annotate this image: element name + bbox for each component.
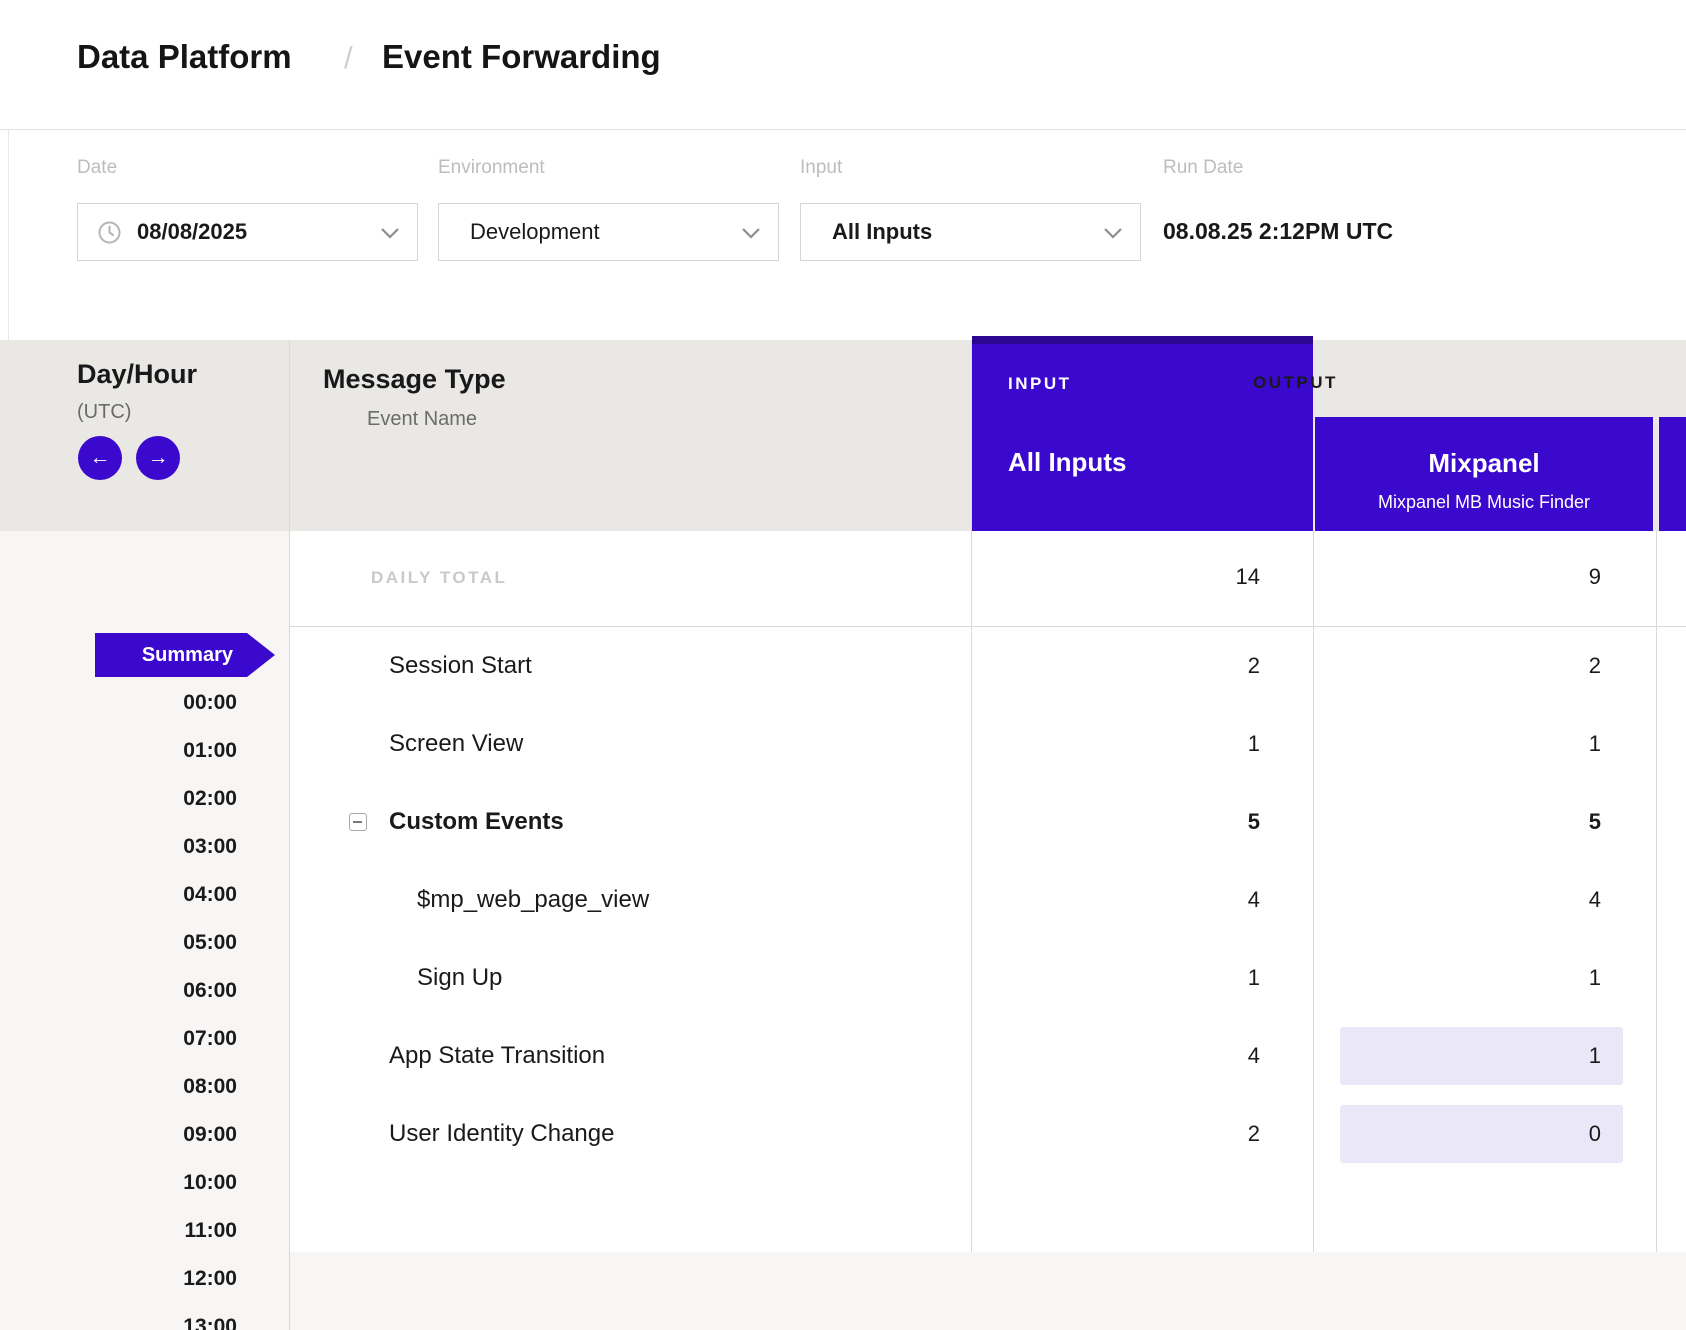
table-row: Custom Events 55 <box>0 783 1686 861</box>
daily-total-input-value: 14 <box>972 564 1260 590</box>
prev-day-button[interactable]: ← <box>78 436 122 480</box>
input-count-cell: 1 <box>972 705 1260 783</box>
hour-item[interactable]: 13:00 <box>0 1313 237 1330</box>
hour-item[interactable]: 10:00 <box>0 1169 237 1197</box>
mixpanel-column-header[interactable]: Mixpanel Mixpanel MB Music Finder <box>1315 417 1653 531</box>
table-row: User Identity Change 20 <box>0 1095 1686 1173</box>
row-label: User Identity Change <box>389 1095 614 1173</box>
page-title: Event Forwarding <box>382 38 661 76</box>
hour-item[interactable]: 02:00 <box>0 785 237 813</box>
footer-band <box>290 1252 1686 1330</box>
input-count-cell: 4 <box>972 1017 1260 1095</box>
partial-output-column[interactable] <box>1659 417 1686 531</box>
date-filter-select[interactable]: 08/08/2025 <box>77 203 418 261</box>
date-filter-value: 08/08/2025 <box>137 219 247 245</box>
collapse-minus-icon[interactable] <box>349 813 367 831</box>
row-label: $mp_web_page_view <box>417 861 649 939</box>
table-row: App State Transition 41 <box>0 1017 1686 1095</box>
hour-item[interactable]: 01:00 <box>0 737 237 765</box>
all-inputs-column-label: All Inputs <box>1008 447 1126 478</box>
message-type-header: Message Type <box>323 364 506 395</box>
output-section-label: OUTPUT <box>1253 373 1338 393</box>
summary-badge-arrow[interactable] <box>247 633 275 677</box>
row-label: Session Start <box>389 627 532 705</box>
date-filter-label: Date <box>77 157 117 179</box>
input-filter-label: Input <box>800 157 842 179</box>
output-count-cell: 1 <box>1315 705 1601 783</box>
arrow-left-icon: ← <box>90 446 111 470</box>
hour-item[interactable]: 06:00 <box>0 977 237 1005</box>
daily-total-label: DAILY TOTAL <box>371 568 507 588</box>
utc-label: (UTC) <box>77 401 131 424</box>
chevron-down-icon <box>381 228 399 239</box>
hour-item[interactable]: 12:00 <box>0 1265 237 1293</box>
input-filter-select[interactable]: All Inputs <box>800 203 1141 261</box>
daily-total-output-value: 9 <box>1315 564 1601 590</box>
event-name-subheader: Event Name <box>367 408 477 431</box>
row-label: Custom Events <box>389 783 564 861</box>
hour-item[interactable]: 00:00 <box>0 689 237 717</box>
run-date-label: Run Date <box>1163 157 1243 179</box>
chevron-down-icon <box>742 228 760 239</box>
hour-item[interactable]: 03:00 <box>0 833 237 861</box>
environment-filter-value: Development <box>470 219 600 245</box>
input-count-cell: 2 <box>972 627 1260 705</box>
next-day-button[interactable]: → <box>136 436 180 480</box>
clock-icon <box>98 221 121 244</box>
summary-badge[interactable]: Summary <box>95 633 247 677</box>
input-column-header[interactable]: INPUT All Inputs <box>972 336 1313 531</box>
breadcrumb-separator: / <box>344 40 353 76</box>
event-rows: Session Start22Screen View11Custom Event… <box>0 627 1686 1173</box>
input-count-cell: 4 <box>972 861 1260 939</box>
row-label: Screen View <box>389 705 523 783</box>
table-row: $mp_web_page_view 44 <box>0 861 1686 939</box>
mixpanel-column-subtitle: Mixpanel MB Music Finder <box>1315 492 1653 513</box>
output-count-cell: 4 <box>1315 861 1601 939</box>
input-count-cell: 5 <box>972 783 1260 861</box>
output-count-cell: 1 <box>1315 1017 1601 1095</box>
hour-item[interactable]: 04:00 <box>0 881 237 909</box>
output-count-cell: 5 <box>1315 783 1601 861</box>
table-row: Screen View 11 <box>0 705 1686 783</box>
input-count-cell: 2 <box>972 1095 1260 1173</box>
day-hour-header: Day/Hour <box>77 359 197 390</box>
mixpanel-column-title: Mixpanel <box>1315 448 1653 479</box>
hour-item[interactable]: 05:00 <box>0 929 237 957</box>
hour-item[interactable]: 09:00 <box>0 1121 237 1149</box>
row-label: App State Transition <box>389 1017 605 1095</box>
input-column-accent-strip <box>972 336 1313 344</box>
breadcrumb-parent-link[interactable]: Data Platform <box>77 38 292 76</box>
row-label: Sign Up <box>417 939 502 1017</box>
arrow-right-icon: → <box>148 446 169 470</box>
input-filter-value: All Inputs <box>832 219 932 245</box>
chevron-down-icon <box>1104 228 1122 239</box>
environment-filter-label: Environment <box>438 157 545 179</box>
breadcrumb-bar: Data Platform / Event Forwarding <box>0 0 1686 130</box>
hour-item[interactable]: 11:00 <box>0 1217 237 1245</box>
input-count-cell: 1 <box>972 939 1260 1017</box>
hour-item[interactable]: 08:00 <box>0 1073 237 1101</box>
input-section-label: INPUT <box>1008 374 1072 394</box>
output-count-cell: 1 <box>1315 939 1601 1017</box>
run-date-value: 08.08.25 2:12PM UTC <box>1163 218 1393 245</box>
output-count-cell: 2 <box>1315 627 1601 705</box>
output-count-cell: 0 <box>1315 1095 1601 1173</box>
table-row: Sign Up 11 <box>0 939 1686 1017</box>
environment-filter-select[interactable]: Development <box>438 203 779 261</box>
hour-item[interactable]: 07:00 <box>0 1025 237 1053</box>
event-forwarding-screen: Data Platform / Event Forwarding Date En… <box>0 0 1686 1330</box>
